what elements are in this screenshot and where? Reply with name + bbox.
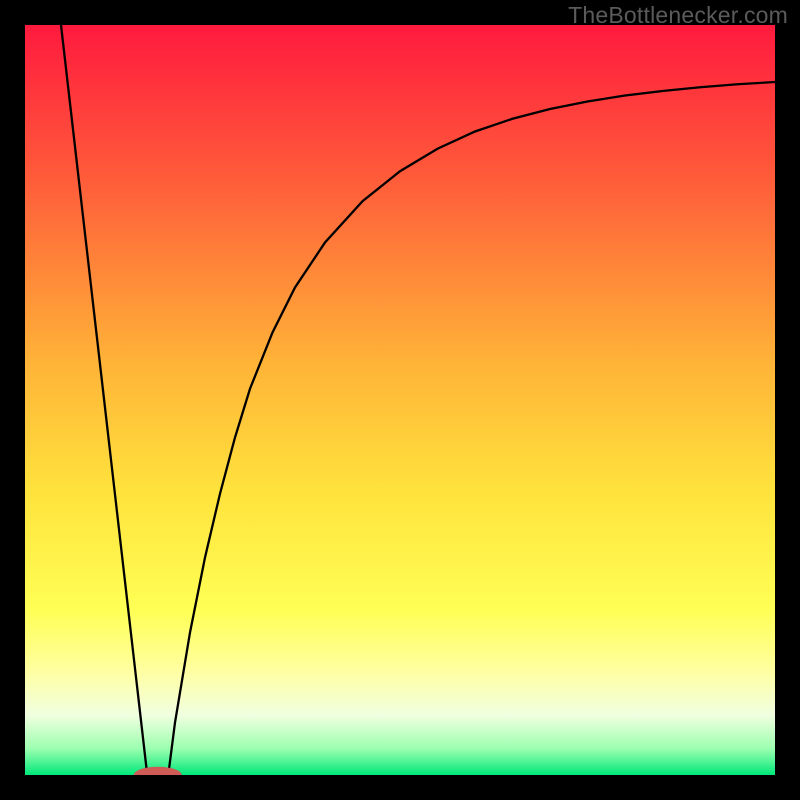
bottleneck-chart bbox=[25, 25, 775, 775]
chart-frame: TheBottleneсker.com bbox=[0, 0, 800, 800]
watermark-text: TheBottleneсker.com bbox=[568, 2, 788, 29]
gradient-background bbox=[25, 25, 775, 775]
